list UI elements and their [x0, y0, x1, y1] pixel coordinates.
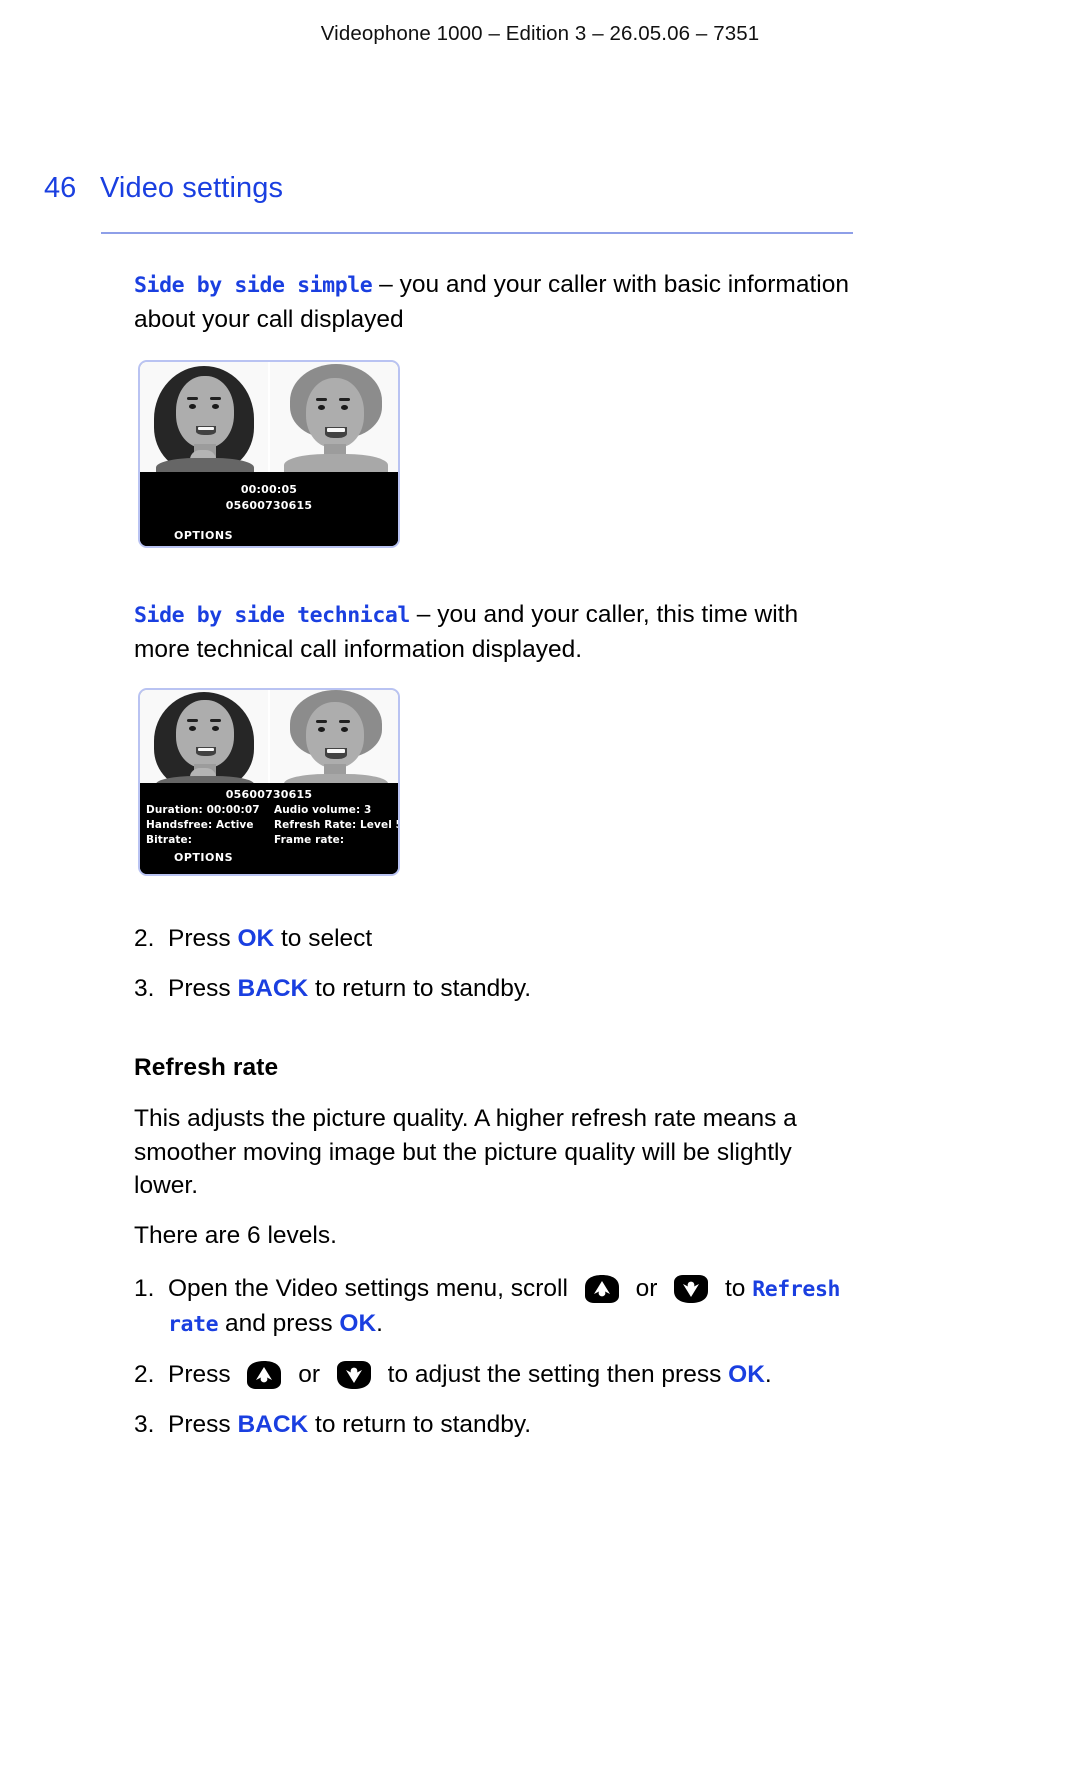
manual-page: Videophone 1000 – Edition 3 – 26.05.06 –…	[0, 0, 1080, 1777]
step-number: 3.	[134, 1411, 155, 1438]
chapter-header: 46 Video settings	[44, 172, 980, 205]
step-text: Press	[168, 1361, 238, 1388]
video-panes-simple	[140, 362, 398, 472]
call-info-bar-simple: 00:00:05 05600730615 OPTIONS	[140, 472, 398, 546]
step-text: .	[764, 1361, 772, 1388]
nav-down-key-icon	[331, 1360, 377, 1390]
paragraph-side-by-side-technical: Side by side technical – you and your ca…	[134, 598, 854, 666]
list-item: 1. Open the Video settings menu, scroll o…	[134, 1272, 854, 1342]
call-info-bar-technical: 05600730615 Duration: 00:00:07 Audio vol…	[140, 783, 398, 874]
key-ok: OK	[339, 1310, 377, 1337]
body-column: Side by side simple – you and your calle…	[134, 268, 854, 1458]
lcd-label-side-by-side-simple: Side by side simple	[134, 273, 373, 298]
step-text: Press	[168, 1411, 238, 1438]
key-back: BACK	[237, 1411, 309, 1438]
call-duration: 00:00:05	[240, 483, 298, 496]
step-number: 3.	[134, 975, 155, 1002]
technical-info-grid: Duration: 00:00:07 Audio volume: 3 Hands…	[140, 803, 398, 848]
portrait-woman	[270, 690, 398, 783]
step-number: 2.	[134, 1361, 155, 1388]
video-pane-remote	[268, 362, 398, 472]
step-number: 1.	[134, 1275, 155, 1302]
tech-audio-volume: Audio volume: 3	[274, 803, 372, 816]
caller-number: 05600730615	[225, 788, 313, 801]
lcd-label-side-by-side-technical: Side by side technical	[134, 603, 410, 628]
list-item: 3. Press BACK to return to standby.	[134, 972, 854, 1006]
nav-up-key-icon	[241, 1360, 287, 1390]
video-pane-local	[140, 690, 268, 783]
tech-refresh-rate: Refresh Rate: Level 5	[274, 818, 400, 831]
paragraph-refresh-rate-1: This adjusts the picture quality. A high…	[134, 1105, 797, 1199]
nav-up-key-icon	[579, 1274, 625, 1304]
step-number: 2.	[134, 925, 155, 952]
portrait-woman	[270, 362, 398, 472]
tech-frame-rate: Frame rate:	[274, 833, 345, 846]
step-text: or	[628, 1275, 665, 1302]
header-rule	[101, 232, 853, 234]
screenshot-side-by-side-technical: 05600730615 Duration: 00:00:07 Audio vol…	[138, 688, 400, 876]
step-text-pre: Press	[168, 925, 238, 952]
step-text-pre: Press	[168, 975, 238, 1002]
paragraph-refresh-rate-2: There are 6 levels.	[134, 1221, 337, 1249]
nav-down-key-icon	[668, 1274, 714, 1304]
video-pane-remote	[268, 690, 398, 783]
portrait-girl	[140, 690, 268, 783]
key-ok: OK	[728, 1361, 765, 1388]
running-header: Videophone 1000 – Edition 3 – 26.05.06 –…	[320, 22, 760, 45]
step-text: Open the Video settings menu, scroll	[168, 1275, 575, 1302]
step-text: .	[376, 1310, 383, 1337]
step-text: to return to standby.	[308, 1411, 532, 1438]
paragraph-side-by-side-simple: Side by side simple – you and your calle…	[134, 268, 854, 336]
steps-list-refresh-rate: 1. Open the Video settings menu, scroll o…	[134, 1272, 854, 1442]
softkey-options[interactable]: OPTIONS	[140, 529, 398, 542]
key-ok: OK	[237, 925, 275, 952]
screenshot-side-by-side-simple: 00:00:05 05600730615 OPTIONS	[138, 360, 400, 548]
list-item: 3. Press BACK to return to standby.	[134, 1408, 854, 1442]
step-text: and press	[218, 1310, 340, 1337]
step-text: or	[291, 1361, 327, 1388]
step-text: to	[718, 1275, 753, 1302]
portrait-girl	[140, 362, 268, 472]
video-pane-local	[140, 362, 268, 472]
tech-bitrate: Bitrate:	[146, 833, 193, 846]
key-back: BACK	[237, 975, 309, 1002]
subheading-refresh-rate: Refresh rate	[134, 1054, 279, 1081]
steps-list-top: 2. Press OK to select 3. Press BACK to ret…	[134, 922, 854, 1006]
step-text: to adjust the setting then press	[380, 1361, 729, 1388]
softkey-options[interactable]: OPTIONS	[140, 851, 398, 864]
caller-number: 05600730615	[225, 498, 313, 512]
list-item: 2. Press OK to select	[134, 922, 854, 956]
step-text-post: to return to standby.	[308, 975, 532, 1002]
step-text-post: to select	[274, 925, 373, 952]
chapter-title: Video settings	[100, 172, 284, 204]
tech-duration: Duration: 00:00:07	[146, 803, 260, 816]
page-number: 46	[44, 172, 77, 204]
tech-handsfree: Handsfree: Active	[146, 818, 254, 831]
video-panes-technical	[140, 690, 398, 783]
list-item: 2. Press or to adjust the setting then pr…	[134, 1358, 854, 1392]
